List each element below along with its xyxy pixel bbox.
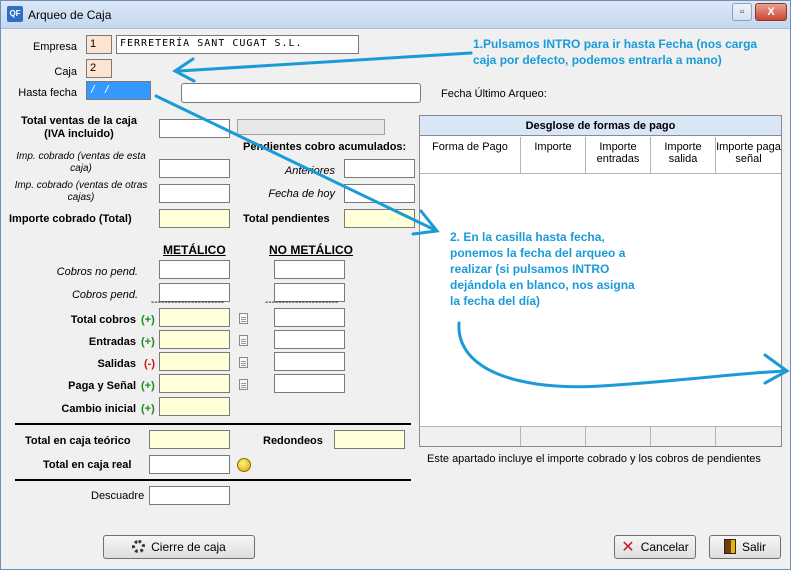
- annotation-arrows: [154, 51, 790, 389]
- arrow-3-curve: [457, 321, 787, 389]
- arrow-1-line: [177, 51, 473, 73]
- arrow-2-line: [154, 94, 435, 231]
- arqueo-window: QF Arqueo de Caja ▫ X Empresa 1 FERRETER…: [0, 0, 791, 570]
- arrow-3-head: [763, 353, 790, 385]
